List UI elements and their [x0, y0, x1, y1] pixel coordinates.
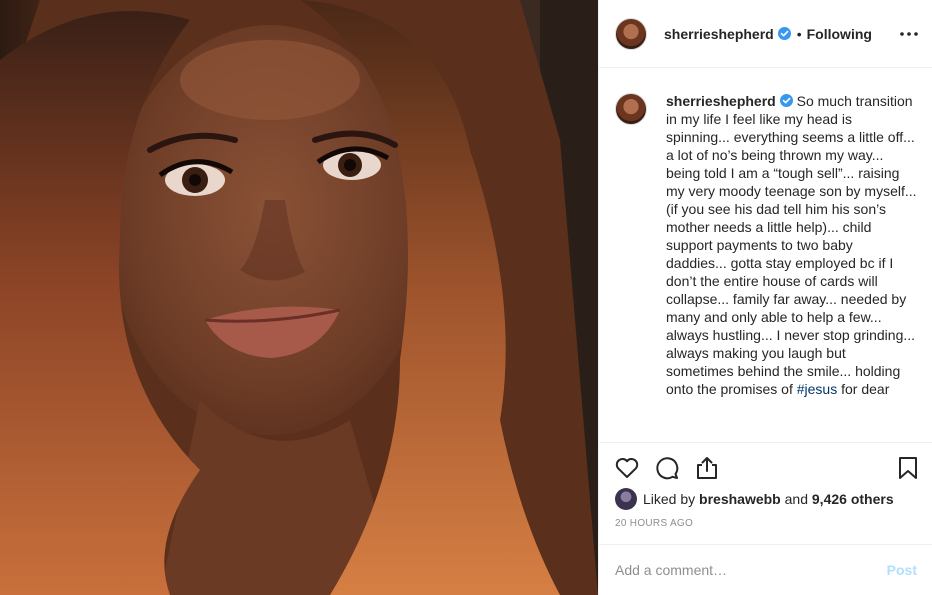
comment-bubble-icon[interactable] [654, 455, 680, 481]
verified-badge-icon [779, 94, 793, 107]
comment-input[interactable] [615, 562, 887, 578]
share-icon[interactable] [694, 455, 720, 481]
post-header: sherrieshepherd • Following [599, 0, 932, 68]
verified-badge-icon [777, 26, 791, 40]
caption-avatar[interactable] [615, 93, 647, 125]
liker-username[interactable]: breshawebb [699, 491, 781, 507]
caption-area: sherrieshepherd So much transition in my… [599, 68, 932, 442]
avatar[interactable] [615, 17, 647, 50]
more-horizontal-icon[interactable] [899, 24, 919, 44]
author-username[interactable]: sherrieshepherd [664, 26, 791, 42]
action-bar [599, 442, 932, 490]
likes-prefix: Liked by [643, 491, 696, 507]
author-username-text[interactable]: sherrieshepherd [664, 26, 774, 42]
hashtag-link[interactable]: #jesus [797, 381, 837, 397]
caption-body: So much transition in my life I feel lik… [666, 93, 917, 397]
post-sidebar: sherrieshepherd • Following sherriesheph… [598, 0, 932, 595]
caption-body-tail: for dear [837, 381, 890, 397]
heart-icon[interactable] [614, 455, 640, 481]
likes-middle: and [784, 491, 808, 507]
post-timestamp[interactable]: 20 HOURS AGO [615, 518, 693, 529]
liker-avatar[interactable] [615, 488, 637, 510]
post-photo[interactable] [0, 0, 598, 595]
likes-summary: Liked by breshawebb and 9,426 others [615, 488, 894, 510]
bookmark-icon[interactable] [895, 455, 921, 481]
separator-dot: • [796, 25, 802, 42]
comment-form: Post [599, 544, 932, 595]
caption-text: sherrieshepherd So much transition in my… [666, 92, 917, 442]
selfie-illustration [0, 0, 598, 595]
following-button[interactable]: Following [807, 26, 872, 42]
likes-count-link[interactable]: 9,426 others [812, 491, 894, 507]
caption-username[interactable]: sherrieshepherd [666, 93, 776, 109]
post-comment-button[interactable]: Post [887, 562, 917, 578]
